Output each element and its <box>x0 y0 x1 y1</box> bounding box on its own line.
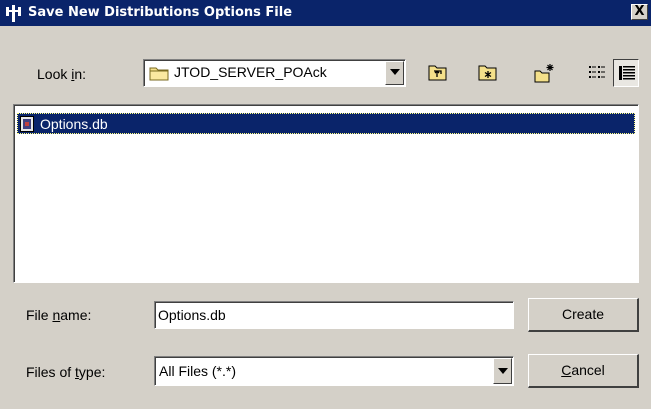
details-view-button[interactable] <box>613 59 639 87</box>
look-in-label: Look in: <box>37 66 87 82</box>
list-item[interactable]: Options.db <box>17 113 635 134</box>
close-icon: X <box>634 4 645 19</box>
chevron-down-icon <box>498 368 508 374</box>
file-type-dropdown-button[interactable] <box>493 358 512 384</box>
create-button[interactable]: Create <box>528 298 639 332</box>
chevron-down-icon <box>390 69 400 75</box>
home-folder-button[interactable] <box>474 59 502 87</box>
details-view-icon <box>619 66 635 80</box>
file-type-label: Files of type: <box>26 364 106 380</box>
cancel-button-label: Cancel <box>561 362 605 378</box>
up-one-level-button[interactable] <box>424 59 452 87</box>
file-name-label: File name: <box>26 307 92 323</box>
java-app-icon <box>6 5 21 22</box>
up-one-level-icon <box>428 65 447 81</box>
create-button-label: Create <box>561 306 605 322</box>
new-folder-button[interactable] <box>530 59 558 87</box>
new-folder-icon <box>534 64 554 83</box>
file-type-dropdown[interactable]: All Files (*.*) <box>154 356 514 386</box>
title-bar[interactable]: Save New Distributions Options File X <box>0 0 651 26</box>
look-in-value: JTOD_SERVER_POAck <box>174 64 327 80</box>
file-list[interactable]: Options.db <box>13 104 639 283</box>
file-type-value: All Files (*.*) <box>159 363 237 379</box>
home-folder-icon <box>478 65 497 81</box>
folder-icon <box>149 67 169 81</box>
close-button[interactable]: X <box>631 4 648 20</box>
file-name-field[interactable] <box>154 301 514 329</box>
list-view-icon <box>589 66 605 78</box>
file-name-input[interactable] <box>158 305 508 325</box>
database-file-icon <box>20 116 34 132</box>
window-title: Save New Distributions Options File <box>28 5 293 20</box>
cancel-button[interactable]: Cancel <box>528 354 639 388</box>
look-in-dropdown-button[interactable] <box>385 61 404 85</box>
look-in-dropdown[interactable]: JTOD_SERVER_POAck <box>143 59 406 87</box>
list-view-button[interactable] <box>583 59 611 87</box>
file-name-text: Options.db <box>40 116 108 132</box>
